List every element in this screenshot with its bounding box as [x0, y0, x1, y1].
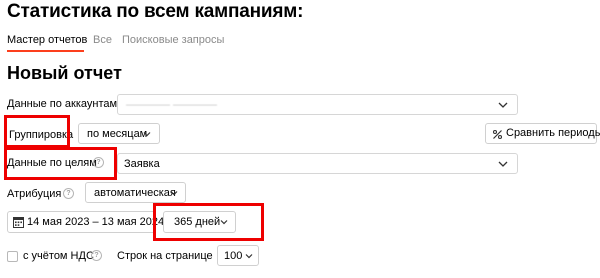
chevron-down-icon [143, 131, 151, 136]
goals-value: Заявка [124, 157, 160, 170]
goals-select[interactable]: Заявка [117, 153, 518, 174]
compare-periods-button[interactable]: Сравнить периоды [485, 123, 600, 144]
vat-checkbox[interactable] [7, 251, 18, 262]
help-icon[interactable]: ? [63, 188, 74, 199]
date-range-label: 14 мая 2023 – 13 мая 2024 [27, 216, 165, 228]
attribution-select[interactable]: автоматическая [85, 182, 186, 203]
attribution-label: Атрибуция [7, 188, 62, 200]
rows-per-page-select[interactable]: 100 [217, 245, 259, 266]
help-icon[interactable]: ? [93, 157, 104, 168]
date-range-button[interactable]: 14 мая 2023 – 13 мая 2024 [7, 211, 164, 233]
percent-compare-icon [492, 129, 503, 140]
tab-search-queries[interactable]: Поисковые запросы [122, 34, 224, 46]
compare-periods-label: Сравнить периоды [506, 127, 600, 139]
accounts-value: ———— ———— [126, 98, 218, 111]
attribution-value: автоматическая [94, 186, 176, 199]
report-title: Новый отчет [7, 63, 122, 83]
chevron-down-icon [498, 161, 508, 167]
period-preset-select[interactable]: 365 дней [163, 211, 236, 233]
tab-report-master[interactable]: Мастер отчетов [7, 34, 87, 46]
goals-label: Данные по целям [7, 157, 97, 169]
grouping-select[interactable]: по месяцам [78, 123, 160, 144]
chevron-down-icon [170, 190, 178, 195]
accounts-label: Данные по аккаунтам [7, 98, 118, 110]
help-icon[interactable]: ? [91, 250, 102, 261]
grouping-value: по месяцам [87, 127, 148, 140]
grouping-label: Группировка [9, 129, 74, 141]
rows-per-page-value: 100 [224, 249, 243, 262]
vat-label: с учётом НДС [23, 250, 94, 262]
page-title: Статистика по всем кампаниям: [7, 1, 304, 22]
tab-all[interactable]: Все [93, 34, 112, 46]
accounts-select[interactable]: ———— ———— [117, 94, 518, 115]
chevron-down-icon [220, 220, 228, 225]
chevron-down-icon [498, 102, 508, 108]
calendar-icon [13, 217, 24, 228]
period-preset-value: 365 дней [174, 216, 221, 228]
tab-active-underline [7, 50, 84, 52]
rows-per-page-label: Строк на странице [117, 250, 213, 262]
chevron-down-icon [245, 253, 253, 258]
